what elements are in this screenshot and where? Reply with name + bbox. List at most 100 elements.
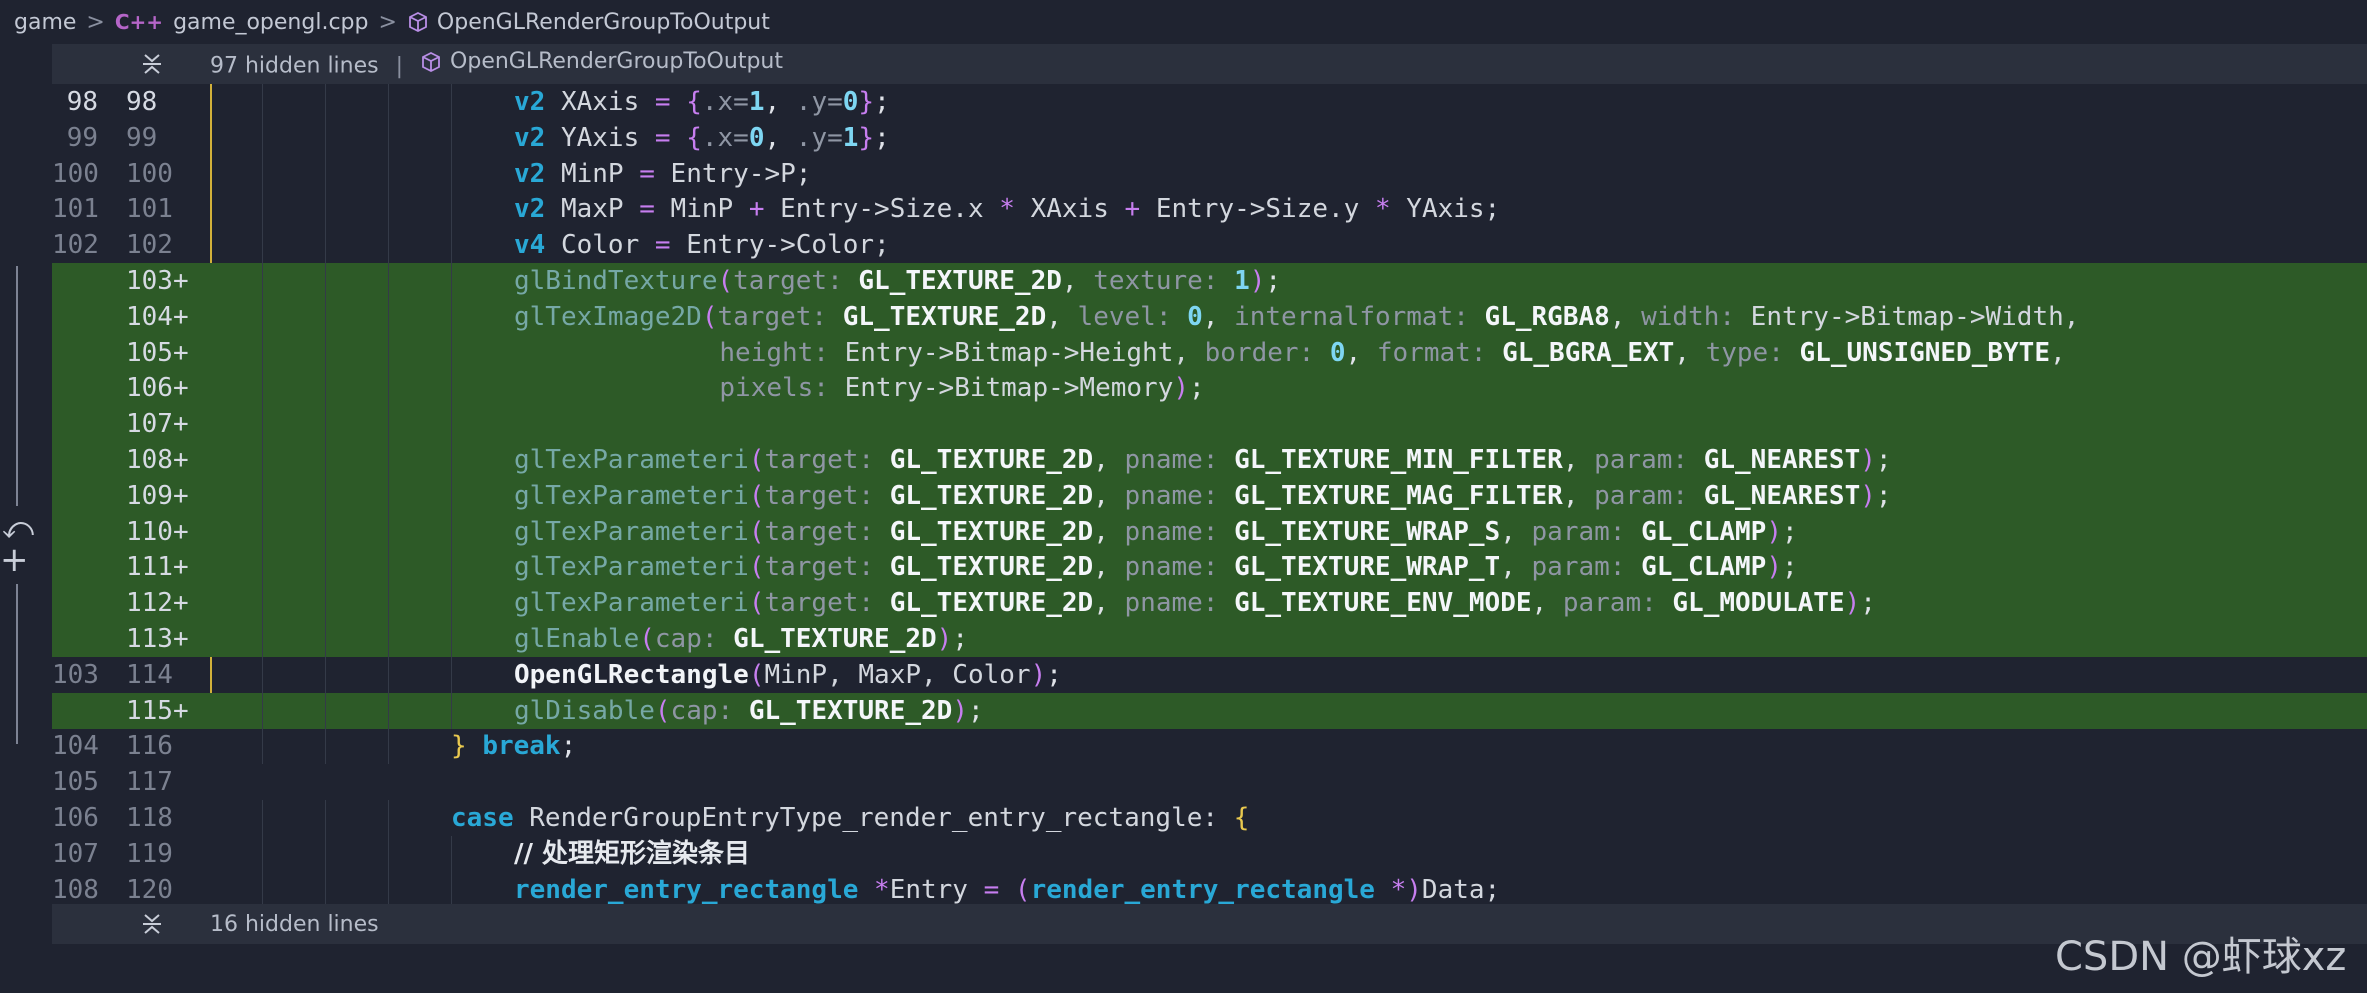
code-line[interactable]: 98 98 v2 XAxis = {.x=1, .y=0}; [52,84,2367,120]
code-text: glTexParameteri(target: GL_TEXTURE_2D, p… [514,442,1892,478]
code-token: target: [764,516,875,547]
code-line[interactable]: 104 116} break; [52,728,2367,765]
unfold-icon[interactable] [138,910,166,944]
code-line[interactable]: 113+ glEnable(cap: GL_TEXTURE_2D); [52,621,2367,657]
code-token: GL_TEXTURE_WRAP_T [1218,552,1501,583]
code-text: glBindTexture(target: GL_TEXTURE_2D, tex… [514,263,1281,299]
code-token: GL_TEXTURE_WRAP_S [1218,516,1501,547]
indent-guide [325,442,326,478]
code-token: ( [701,301,718,332]
code-token: GL_TEXTURE_ENV_MODE [1218,588,1532,619]
new-line-number: 111+ [126,552,189,583]
indent-guide [388,800,389,836]
code-text: // 处理矩形渲染条目 [514,836,750,872]
code-line[interactable]: 99 99 v2 YAxis = {.x=0, .y=1}; [52,119,2367,156]
indent-guide [451,585,452,622]
code-text: height: Entry->Bitmap->Height, border: 0… [719,335,2065,371]
indent-guide [451,370,452,407]
unfold-icon[interactable] [138,50,166,84]
code-token: Entry->P; [654,158,812,189]
indent-guide [262,692,263,729]
code-line[interactable]: 106 118 case RenderGroupEntryType_render_e… [52,800,2367,836]
old-line-number: 101 [52,194,99,225]
new-line-number: 113+ [126,624,189,654]
code-token: { [686,87,702,117]
code-token: * [999,194,1015,225]
indent-guide [325,334,326,371]
breadcrumb-folder[interactable]: game [14,10,76,35]
indent-guide [388,692,389,729]
breadcrumb-symbol[interactable]: OpenGLRenderGroupToOutput [407,10,770,35]
indent-guide [451,871,452,908]
code-token: , [2049,337,2066,368]
indent-guide [451,442,452,478]
hidden-lines-bar-bottom[interactable]: 16 hidden lines [52,904,2367,944]
stage-hunk-icon[interactable]: + [0,540,29,580]
indent-guide [451,513,452,550]
indent-guide [451,263,452,299]
code-line[interactable]: 109+ glTexParameteri(target: GL_TEXTURE_2… [52,477,2367,514]
indent-guide [262,477,263,514]
old-line-number: 103 [52,659,99,690]
indent-guide [262,227,263,264]
code-token: ) [1406,874,1422,905]
code-token: MaxP [545,194,640,225]
code-token: glTexParameteri [514,588,749,619]
code-line[interactable]: 105 117 [52,764,2367,800]
code-line[interactable]: 112+ glTexParameteri(target: GL_TEXTURE_2… [52,585,2367,622]
old-line-number: 99 [66,122,98,153]
code-token: level: [1077,301,1172,332]
code-token: GL_MODULATE [1656,588,1845,619]
code-line[interactable]: 102 102 v4 Color = Entry->Color; [52,227,2367,264]
code-token: { [1233,803,1250,833]
indent-guide [262,656,263,693]
code-line[interactable]: 101 101 v2 MaxP = MinP + Entry->Size.x * X… [52,191,2367,228]
code-line[interactable]: 111+ glTexParameteri(target: GL_TEXTURE_2… [52,549,2367,586]
new-line-number: 104+ [126,301,189,332]
code-token: ; [874,87,890,117]
code-line[interactable]: 103 114 OpenGLRectangle(MinP, MaxP, Color)… [52,656,2367,693]
code-line[interactable]: 108+ glTexParameteri(target: GL_TEXTURE_2… [52,442,2367,478]
code-token: Entry->Size.x [764,194,1000,225]
hidden-lines-count: 16 hidden lines [210,911,379,937]
indent-guide [388,119,389,156]
indent-guide [388,549,389,586]
indent-guide [388,263,389,299]
code-line[interactable]: 104+ glTexImage2D(target: GL_TEXTURE_2D, … [52,298,2367,335]
code-line[interactable]: 108 120 render_entry_rectangle *Entry = (r… [52,871,2367,908]
code-editor[interactable]: 98 98 v2 XAxis = {.x=1, .y=0}; 99 99 v2 YAxis… [52,84,2367,908]
indent-guide [451,406,452,443]
code-token: type: [1705,337,1784,368]
code-token: ) [1766,516,1782,547]
code-line[interactable]: 100 100 v2 MinP = Entry->P; [52,155,2367,192]
code-line[interactable]: 107 119 // 处理矩形渲染条目 [52,835,2367,872]
code-line[interactable]: 110+ glTexParameteri(target: GL_TEXTURE_2… [52,513,2367,550]
code-token: , [1609,301,1642,332]
indent-guide [325,871,326,908]
code-token: format: [1376,337,1487,368]
code-line[interactable]: 107+ [52,406,2367,443]
indent-guide [388,406,389,443]
old-line-number: 107 [52,838,99,869]
code-token: ( [748,552,765,583]
indent-guide [388,334,389,371]
breadcrumb-file[interactable]: C++ game_opengl.cpp [115,10,369,35]
new-line-number: 107+ [126,409,189,440]
code-token: , [1674,337,1706,368]
code-line[interactable]: 106+ pixels: Entry->Bitmap->Memory); [52,370,2367,407]
code-line[interactable]: 103+ glBindTexture(target: GL_TEXTURE_2D,… [52,263,2367,299]
code-token: , [1562,480,1595,511]
indent-guide [325,477,326,514]
code-token: glTexParameteri [514,552,749,583]
code-token: = [654,122,671,153]
code-token: = [639,158,655,189]
hidden-lines-bar-top[interactable]: 97 hidden lines | OpenGLRenderGroupToOut… [52,44,2367,84]
code-token: GL_TEXTURE_2D [874,552,1094,583]
code-text: glTexImage2D(target: GL_TEXTURE_2D, leve… [514,299,2079,335]
code-token: GL_TEXTURE_MAG_FILTER [1218,480,1563,511]
code-line[interactable]: 115+ glDisable(cap: GL_TEXTURE_2D); [52,692,2367,729]
new-line-number: 115+ [126,695,189,726]
code-token: v4 [514,230,546,261]
code-line[interactable]: 105+ height: Entry->Bitmap->Height, borde… [52,334,2367,371]
code-token: , [1202,301,1235,332]
